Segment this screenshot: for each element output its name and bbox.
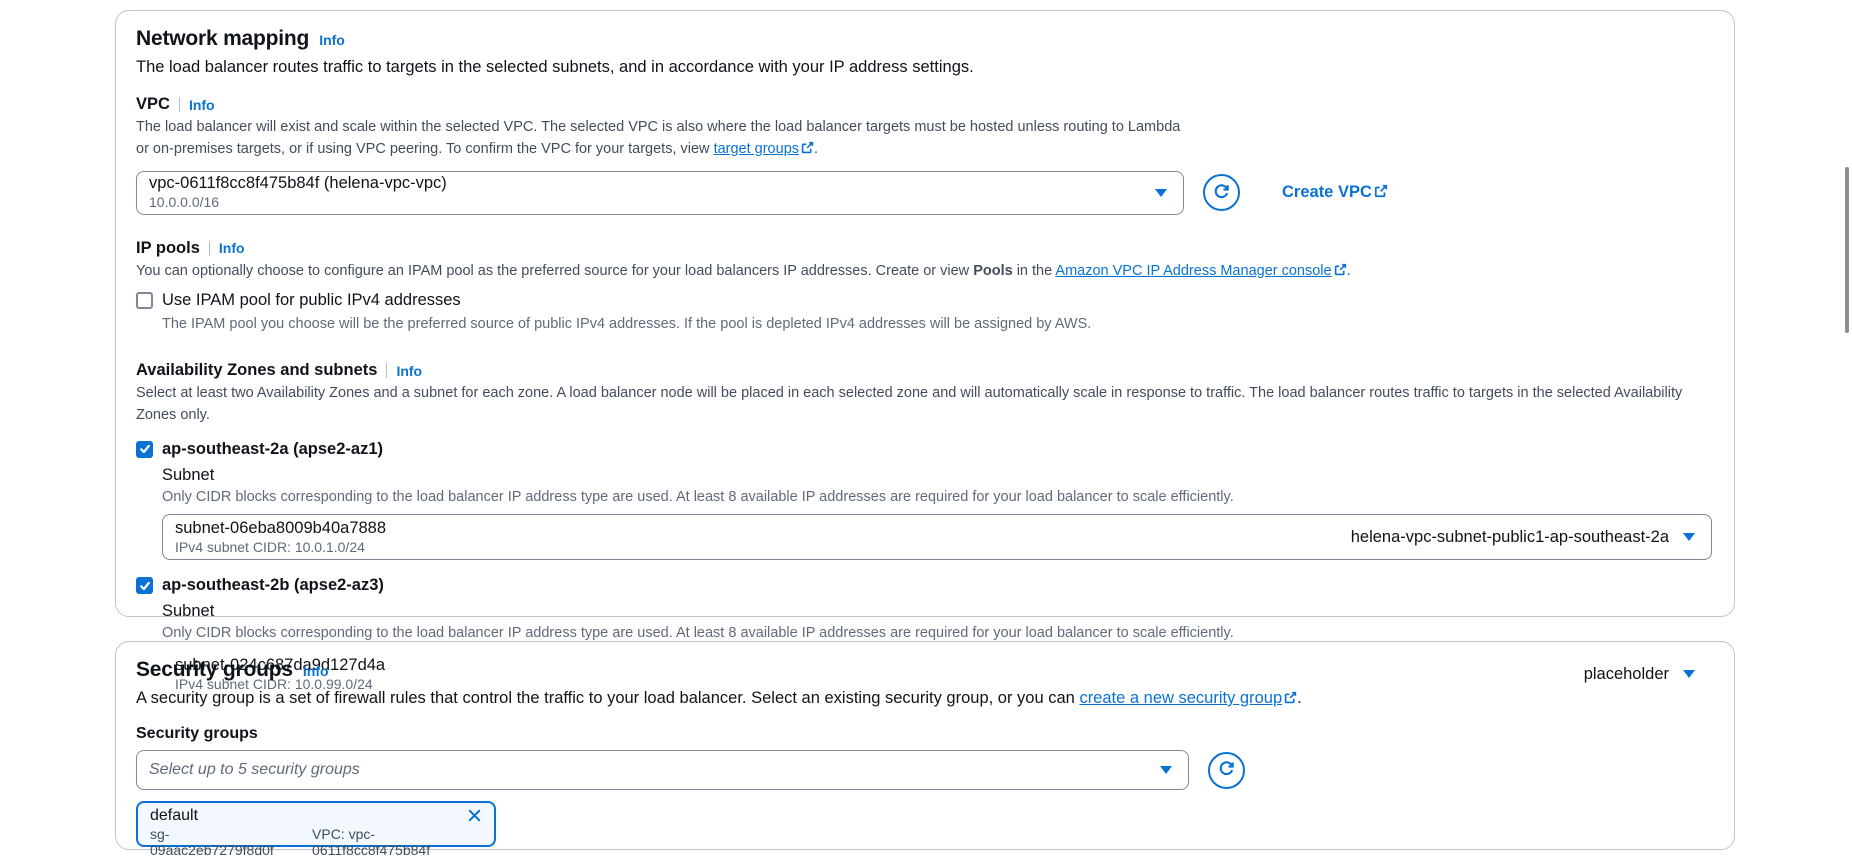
- security-groups-select[interactable]: Select up to 5 security groups: [136, 750, 1189, 790]
- chevron-down-icon: [1683, 533, 1695, 541]
- target-groups-link[interactable]: target groups: [714, 141, 799, 157]
- vpc-info-link[interactable]: Info: [189, 97, 215, 113]
- vertical-scrollbar-thumb[interactable]: [1845, 167, 1849, 333]
- ip-pools-label: IP pools: [136, 239, 200, 258]
- vpc-label: VPC: [136, 95, 170, 114]
- subnet-label: Subnet: [162, 602, 1710, 621]
- subnet-select-2a[interactable]: subnet-06eba8009b40a7888 IPv4 subnet CID…: [162, 514, 1712, 560]
- vpc-section: VPC Info The load balancer will exist an…: [136, 95, 1710, 215]
- vpc-desc-text: The load balancer will exist and scale w…: [136, 119, 1180, 157]
- vpc-select-value: vpc-0611f8cc8f475b84f (helena-vpc-vpc): [149, 173, 447, 194]
- subnet-description: Only CIDR blocks corresponding to the lo…: [162, 487, 1710, 509]
- ipam-pool-checkbox-label: Use IPAM pool for public IPv4 addresses: [162, 291, 461, 310]
- chevron-down-icon: [1155, 189, 1167, 197]
- period: .: [1347, 263, 1351, 279]
- security-groups-description: A security group is a set of firewall ru…: [136, 689, 1710, 709]
- refresh-icon: [1218, 760, 1235, 780]
- security-groups-refresh-button[interactable]: [1208, 752, 1245, 789]
- ip-pools-desc-text: You can optionally choose to configure a…: [136, 263, 973, 279]
- ip-pools-desc-mid: in the: [1013, 263, 1056, 279]
- vpc-refresh-button[interactable]: [1203, 174, 1240, 211]
- subnet-name: placeholder: [1584, 664, 1669, 685]
- sg-desc-text: A security group is a set of firewall ru…: [136, 689, 1079, 707]
- chevron-down-icon: [1160, 766, 1172, 774]
- external-link-icon: [1374, 184, 1388, 203]
- label-divider: [386, 363, 387, 378]
- period: .: [814, 141, 818, 157]
- vpc-select-cidr: 10.0.0.0/16: [149, 194, 447, 212]
- dismiss-token-button[interactable]: [465, 806, 484, 825]
- pools-bold-text: Pools: [973, 263, 1012, 279]
- network-mapping-info-link[interactable]: Info: [319, 32, 345, 48]
- subnet-label: Subnet: [162, 466, 1710, 485]
- security-group-id: sg-09aac2eb7279f8d0f: [150, 826, 286, 858]
- security-groups-field-label: Security groups: [136, 725, 258, 742]
- period: .: [1297, 689, 1302, 707]
- subnet-cidr: IPv4 subnet CIDR: 10.0.1.0/24: [175, 539, 386, 557]
- chevron-down-icon: [1683, 670, 1695, 678]
- ipam-pool-checkbox[interactable]: [136, 292, 153, 309]
- ipam-pool-checkbox-description: The IPAM pool you choose will be the pre…: [162, 314, 1710, 336]
- subnet-name: helena-vpc-subnet-public1-ap-southeast-2…: [1351, 527, 1669, 548]
- security-groups-placeholder: Select up to 5 security groups: [149, 761, 360, 779]
- ip-pools-description: You can optionally choose to configure a…: [136, 261, 1710, 284]
- security-groups-title: Security groups: [136, 658, 293, 682]
- az-2b-checkbox[interactable]: [136, 577, 153, 594]
- external-link-icon: [1334, 262, 1347, 284]
- az-2a-checkbox-label: ap-southeast-2a (apse2-az1): [162, 440, 383, 459]
- label-divider: [179, 97, 180, 112]
- close-icon: [467, 811, 482, 826]
- create-vpc-link[interactable]: Create VPC: [1282, 183, 1388, 203]
- external-link-icon: [801, 140, 814, 162]
- refresh-icon: [1213, 183, 1230, 203]
- ipam-console-link[interactable]: Amazon VPC IP Address Manager console: [1055, 263, 1331, 279]
- ip-pools-section: IP pools Info You can optionally choose …: [136, 239, 1710, 337]
- vpc-description: The load balancer will exist and scale w…: [136, 117, 1181, 162]
- security-group-token: default sg-09aac2eb7279f8d0f VPC: vpc-06…: [136, 801, 496, 847]
- create-security-group-link[interactable]: create a new security group: [1079, 689, 1282, 707]
- network-mapping-card: Network mapping Info The load balancer r…: [115, 10, 1735, 617]
- az-2a-checkbox[interactable]: [136, 441, 153, 458]
- network-mapping-description: The load balancer routes traffic to targ…: [136, 58, 1710, 77]
- security-group-token-title: default: [150, 807, 198, 825]
- az-zone-row: ap-southeast-2a (apse2-az1) Subnet Only …: [136, 440, 1710, 561]
- page: Network mapping Info The load balancer r…: [0, 10, 1852, 862]
- subnet-id: subnet-06eba8009b40a7888: [175, 518, 386, 539]
- ip-pools-info-link[interactable]: Info: [219, 240, 245, 256]
- az-label: Availability Zones and subnets: [136, 361, 377, 380]
- security-group-vpc: VPC: vpc-0611f8cc8f475b84f: [312, 826, 484, 858]
- az-info-link[interactable]: Info: [396, 363, 422, 379]
- security-groups-info-link[interactable]: Info: [303, 663, 329, 679]
- create-vpc-label: Create VPC: [1282, 183, 1372, 201]
- network-mapping-title: Network mapping: [136, 27, 309, 51]
- vpc-select[interactable]: vpc-0611f8cc8f475b84f (helena-vpc-vpc) 1…: [136, 171, 1184, 215]
- az-2b-checkbox-label: ap-southeast-2b (apse2-az3): [162, 576, 384, 595]
- label-divider: [209, 241, 210, 256]
- az-description: Select at least two Availability Zones a…: [136, 383, 1710, 427]
- external-link-icon: [1284, 690, 1297, 709]
